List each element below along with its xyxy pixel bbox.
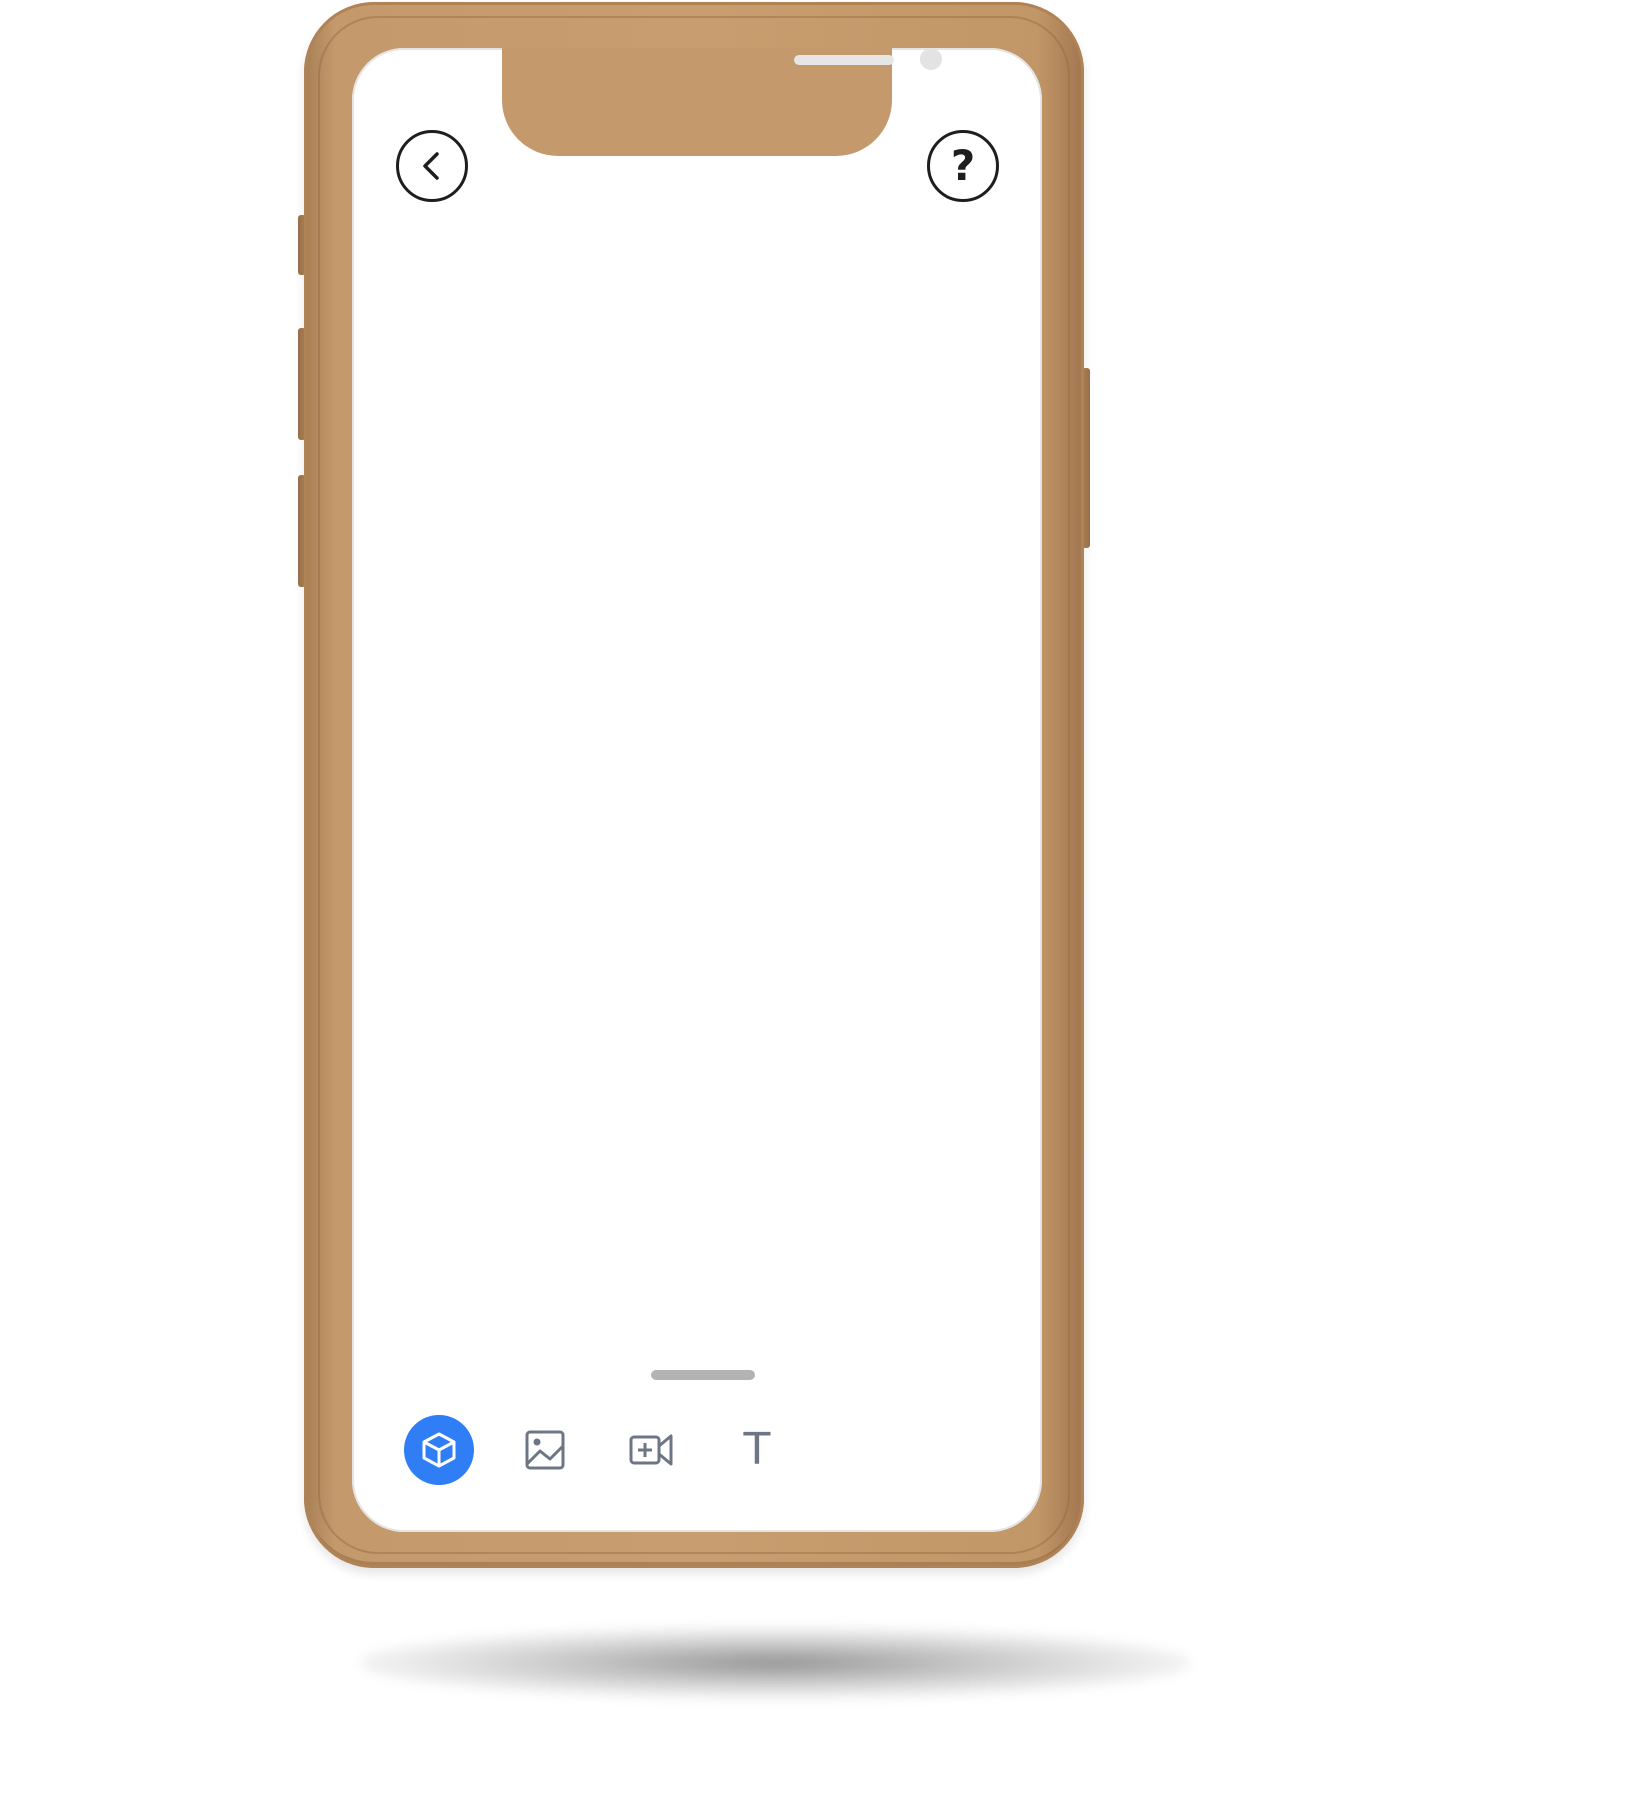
help-icon: ? xyxy=(950,141,976,190)
back-button[interactable] xyxy=(396,130,468,202)
text-icon: T xyxy=(743,1424,771,1475)
bottom-sheet-handle[interactable] xyxy=(651,1370,755,1380)
notch xyxy=(502,48,942,156)
phone-screen: ? T xyxy=(352,48,1042,1532)
video-add-icon xyxy=(629,1434,673,1466)
add-3d-object-button[interactable] xyxy=(404,1415,474,1485)
image-icon xyxy=(525,1430,565,1470)
add-image-button[interactable] xyxy=(510,1415,580,1485)
mockup-stage: ? T xyxy=(0,0,1626,1794)
cube-icon xyxy=(422,1432,456,1468)
add-text-button[interactable]: T xyxy=(722,1415,792,1485)
front-camera xyxy=(920,48,942,70)
help-button[interactable]: ? xyxy=(927,130,999,202)
earpiece-speaker xyxy=(794,55,894,65)
add-video-button[interactable] xyxy=(616,1415,686,1485)
chevron-left-icon xyxy=(423,152,439,180)
device-shadow xyxy=(360,1628,1190,1698)
content-toolbar: T xyxy=(404,1415,828,1485)
